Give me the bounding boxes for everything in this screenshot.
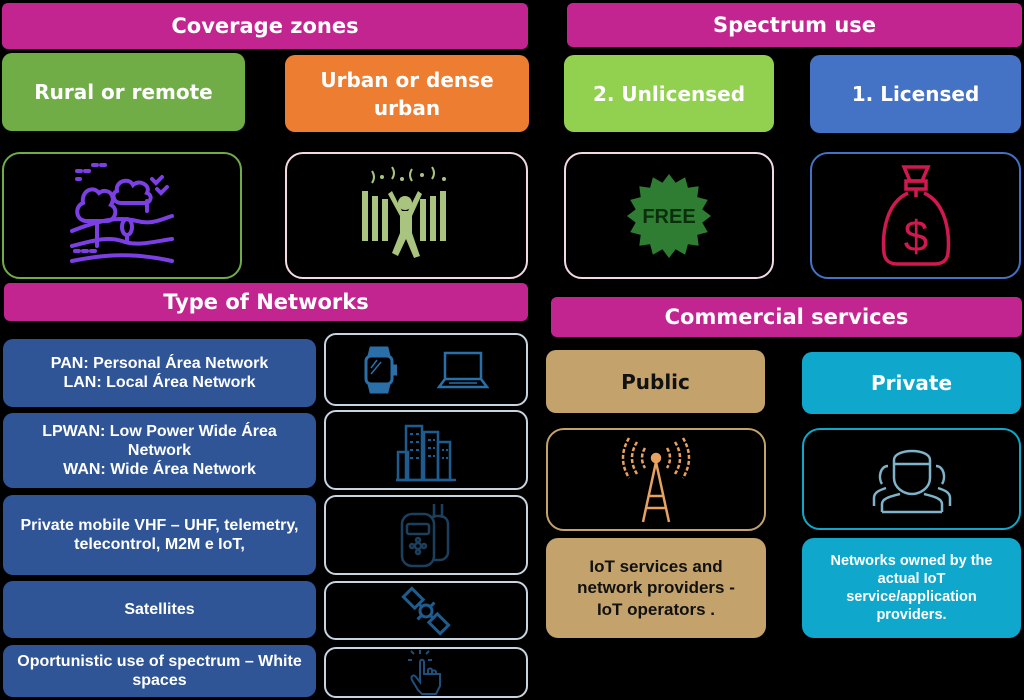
network-line: Private mobile VHF – UHF, telemetry, [20, 516, 299, 534]
network-line: WAN: Wide Área Network [63, 461, 256, 479]
private-label: Private [802, 352, 1021, 414]
urban-dense-text: Urban or dense urban [320, 67, 494, 120]
urban-dense-label: Urban or dense urban [285, 55, 529, 132]
network-line: spaces [132, 672, 187, 689]
public-description: IoT services and network providers - IoT o… [546, 538, 766, 638]
network-line: LAN: Local Área Network [63, 374, 256, 391]
public-description-line: IoT operators . [596, 599, 716, 619]
network-item-private-mobile: Private mobile VHF – UHF, telemetry, tele… [3, 495, 316, 575]
network-icon-box-white-spaces [324, 647, 528, 698]
unlicensed-label: 2. Unlicensed [564, 55, 774, 132]
urban-icon-box [285, 152, 528, 279]
free-badge-text: FREE [642, 206, 695, 228]
public-text: Public [621, 369, 690, 394]
network-line: LPWAN: Low Power Wide Área [42, 422, 277, 440]
satellite-icon [401, 585, 451, 636]
private-description-line: Networks owned by the [830, 552, 993, 569]
network-item-white-spaces: Oportunistic use of spectrum – White spac… [3, 645, 316, 697]
laptop-icon [437, 351, 489, 388]
network-icon-box-satellites [324, 581, 528, 640]
dollar-sign: $ [903, 212, 927, 261]
spectrum-use-title: Spectrum use [712, 13, 877, 37]
type-of-networks-header: Type of Networks [4, 283, 528, 321]
private-description: Networks owned by the actual IoT service/a… [802, 538, 1021, 638]
walkie-talkie-icon [400, 504, 450, 568]
unlicensed-icon-box: FREE [564, 152, 774, 279]
network-line: telecontrol, M2M e IoT, [74, 536, 245, 553]
network-line: Oportunistic use of spectrum – White [17, 652, 302, 670]
private-description-line: actual IoT [877, 570, 946, 587]
free-badge-icon: FREE [627, 173, 711, 258]
city-buildings-icon [396, 424, 456, 482]
public-icon-box [546, 428, 766, 531]
private-text: Private [870, 371, 953, 395]
commercial-services-title: Commercial services [664, 305, 909, 329]
commercial-services-header: Commercial services [551, 297, 1022, 337]
rural-remote-text: Rural or remote [34, 80, 213, 104]
unlicensed-text: 2. Unlicensed [592, 81, 746, 106]
network-line: Satellites [124, 600, 195, 618]
network-line: PAN: Personal Área Network [50, 354, 269, 372]
licensed-label: 1. Licensed [810, 55, 1021, 133]
public-label: Public [546, 350, 765, 413]
crowd-icon [361, 165, 446, 258]
network-icon-box-pan-lan [324, 333, 528, 406]
tap-hand-icon [408, 649, 441, 695]
landscape-icon [70, 162, 174, 263]
spectrum-use-header: Spectrum use [567, 3, 1022, 47]
private-description-line: service/application [846, 589, 977, 605]
type-of-networks-title: Type of Networks [163, 290, 369, 314]
public-description-line: network providers - [577, 578, 735, 598]
network-item-lpwan-wan: LPWAN: Low Power Wide Área Network WAN: Wi… [3, 413, 316, 488]
rural-remote-label: Rural or remote [2, 53, 245, 131]
smartwatch-icon [364, 346, 397, 393]
coverage-zones-header: Coverage zones [2, 3, 528, 49]
network-icon-box-private-mobile [324, 495, 528, 575]
network-item-satellites: Satellites [3, 581, 316, 638]
money-bag-icon: $ [881, 165, 950, 266]
network-item-pan-lan: PAN: Personal Área Network LAN: Local Áre… [3, 339, 316, 407]
public-description-line: IoT services and [589, 557, 723, 577]
rural-icon-box [2, 152, 242, 279]
private-icon-box [802, 428, 1021, 530]
licensed-icon-box: $ [810, 152, 1021, 279]
coverage-zones-title: Coverage zones [171, 14, 359, 38]
private-description-line: providers. [876, 607, 947, 624]
network-icon-box-lpwan-wan [324, 410, 528, 490]
network-line: Network [127, 441, 192, 459]
user-group-icon [872, 449, 951, 514]
antenna-tower-icon [621, 436, 691, 522]
licensed-text: 1. Licensed [851, 82, 980, 106]
